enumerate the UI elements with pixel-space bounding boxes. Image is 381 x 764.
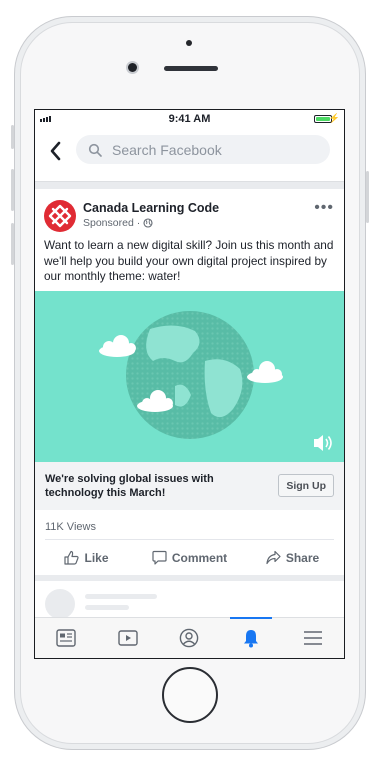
like-label: Like bbox=[84, 550, 109, 565]
post-text: Want to learn a new digital skill? Join … bbox=[44, 238, 334, 283]
tab-menu[interactable] bbox=[282, 618, 344, 658]
share-arrow-icon bbox=[266, 550, 281, 565]
phone-screen: 9:41 AM ⚡ Canada Learning Code bbox=[34, 109, 345, 659]
top-nav-bar bbox=[35, 128, 344, 182]
comment-icon bbox=[152, 550, 167, 565]
search-bar[interactable] bbox=[76, 135, 330, 164]
status-bar: 9:41 AM ⚡ bbox=[35, 110, 344, 128]
comment-button[interactable]: Comment bbox=[138, 540, 241, 575]
sponsored-label[interactable]: Sponsored bbox=[83, 217, 134, 229]
proximity-sensor bbox=[186, 40, 192, 46]
tab-watch[interactable] bbox=[97, 618, 159, 658]
profile-icon bbox=[180, 628, 199, 648]
loading-post-placeholder bbox=[35, 581, 344, 621]
sign-up-button[interactable]: Sign Up bbox=[278, 474, 334, 497]
post-video[interactable] bbox=[35, 291, 344, 462]
mute-switch bbox=[11, 125, 14, 149]
volume-up-button bbox=[11, 169, 14, 211]
placeholder-line bbox=[85, 605, 129, 610]
notifications-bell-icon bbox=[244, 630, 259, 648]
canada-learning-code-logo[interactable] bbox=[44, 200, 76, 232]
volume-down-button bbox=[11, 223, 14, 265]
sponsored-meta: Sponsored · bbox=[83, 217, 153, 229]
more-options-icon[interactable]: ••• bbox=[314, 199, 334, 217]
placeholder-avatar bbox=[45, 589, 75, 619]
tab-news-feed[interactable] bbox=[35, 618, 97, 658]
sponsored-post: Canada Learning Code Sponsored · ••• Wan… bbox=[35, 189, 344, 575]
like-button[interactable]: Like bbox=[35, 540, 138, 575]
speaker-volume-icon bbox=[314, 435, 332, 451]
news-feed-icon bbox=[56, 629, 76, 647]
comment-label: Comment bbox=[171, 550, 228, 565]
home-button[interactable] bbox=[162, 667, 218, 723]
search-icon bbox=[88, 143, 102, 157]
meta-separator: · bbox=[136, 217, 141, 229]
placeholder-line bbox=[85, 594, 157, 599]
status-time: 9:41 AM bbox=[168, 113, 211, 125]
bottom-tab-bar bbox=[35, 617, 344, 658]
front-camera bbox=[128, 63, 137, 72]
tab-profile[interactable] bbox=[159, 618, 221, 658]
thumbs-up-icon bbox=[64, 550, 80, 565]
cloud-icon bbox=[99, 335, 136, 357]
earpiece-speaker bbox=[164, 66, 218, 71]
search-input[interactable] bbox=[110, 140, 314, 159]
charging-icon: ⚡ bbox=[328, 113, 340, 123]
post-actions: Like Comment Share bbox=[35, 540, 344, 575]
call-to-action-bar: We're solving global issues with technol… bbox=[35, 462, 344, 510]
globe-icon bbox=[143, 218, 153, 228]
view-count[interactable]: 11K Views bbox=[45, 521, 96, 533]
menu-icon bbox=[304, 631, 323, 645]
cta-headline[interactable]: We're solving global issues with technol… bbox=[45, 473, 265, 500]
page-name[interactable]: Canada Learning Code bbox=[83, 201, 219, 215]
power-button bbox=[366, 171, 369, 223]
share-button[interactable]: Share bbox=[241, 540, 344, 575]
watch-icon bbox=[117, 630, 138, 646]
tab-notifications[interactable] bbox=[220, 617, 282, 658]
back-chevron-icon[interactable] bbox=[49, 141, 61, 166]
share-label: Share bbox=[285, 550, 320, 565]
